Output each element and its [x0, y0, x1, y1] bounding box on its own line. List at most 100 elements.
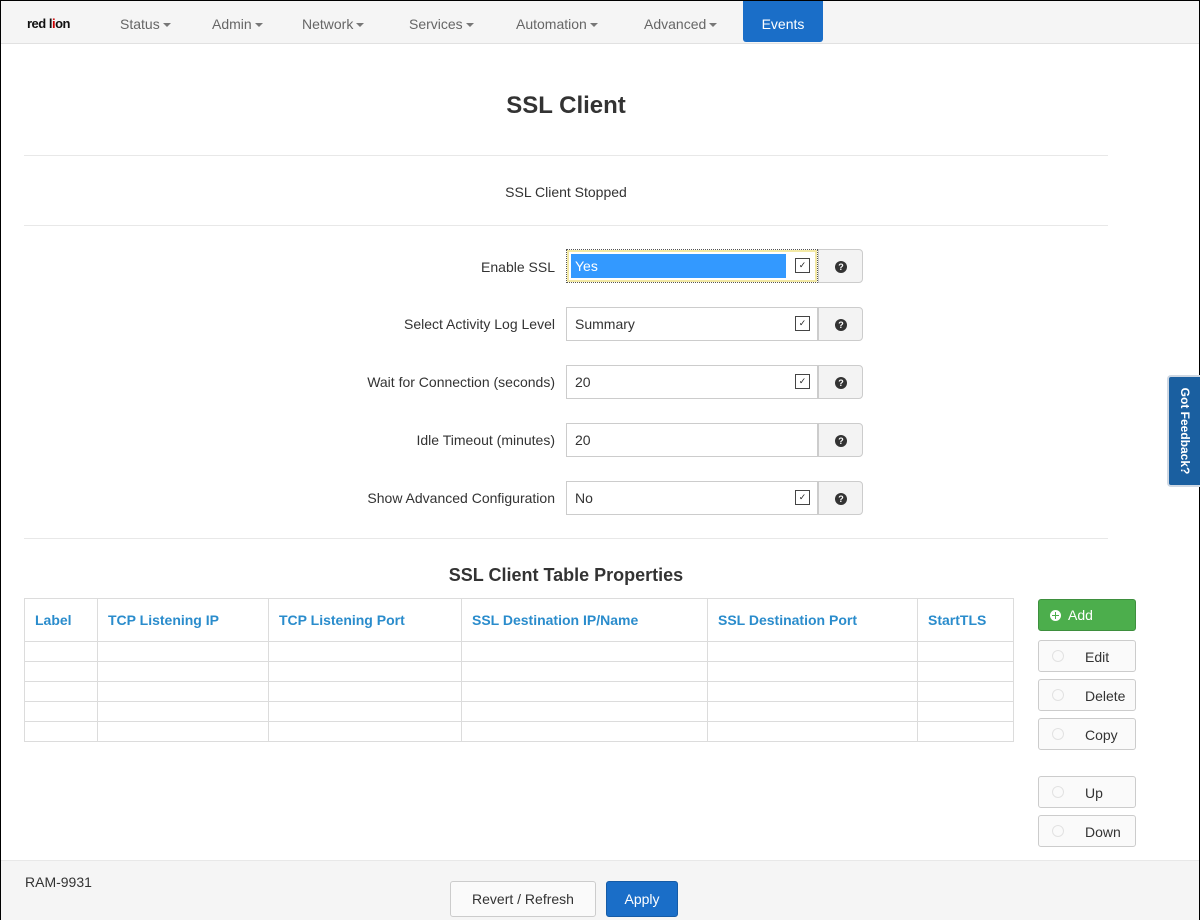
- advanced-config-help-button[interactable]: ?: [818, 481, 863, 515]
- chevron-down-icon: [162, 23, 171, 28]
- chevron-down-icon: [709, 23, 718, 28]
- table-cell[interactable]: [268, 681, 462, 702]
- wait-connection-select[interactable]: 20 ✓: [566, 365, 818, 399]
- delete-button[interactable]: Delete: [1038, 679, 1136, 711]
- ssl-client-table: Label TCP Listening IP TCP Listening Por…: [24, 598, 1014, 742]
- column-header-label[interactable]: Label: [24, 598, 98, 642]
- table-cell[interactable]: [461, 661, 708, 682]
- table-cell[interactable]: [707, 701, 918, 722]
- table-cell[interactable]: [461, 721, 708, 742]
- divider: [24, 225, 1108, 226]
- up-button[interactable]: Up: [1038, 776, 1136, 808]
- revert-refresh-button[interactable]: Revert / Refresh: [450, 881, 596, 917]
- copy-button[interactable]: Copy: [1038, 718, 1136, 750]
- column-header-tcp-port[interactable]: TCP Listening Port: [268, 598, 462, 642]
- nav-network-label: Network: [302, 16, 354, 32]
- nav-status[interactable]: Status: [120, 16, 171, 32]
- wait-connection-help-button[interactable]: ?: [818, 365, 863, 399]
- table-cell[interactable]: [268, 721, 462, 742]
- enable-ssl-select[interactable]: Yes ✓: [566, 249, 818, 283]
- table-cell[interactable]: [707, 661, 918, 682]
- nav-events-label: Events: [761, 16, 805, 32]
- nav-events[interactable]: Events: [743, 1, 823, 42]
- table-row[interactable]: [24, 641, 1014, 662]
- add-button[interactable]: Add: [1038, 599, 1136, 631]
- nav-services[interactable]: Services: [409, 16, 474, 32]
- table-cell[interactable]: [461, 701, 708, 722]
- log-level-help-button[interactable]: ?: [818, 307, 863, 341]
- minus-circle-icon: [1052, 689, 1064, 701]
- log-level-label: Select Activity Log Level: [404, 316, 555, 332]
- table-row[interactable]: [24, 721, 1014, 742]
- dropdown-arrow-icon[interactable]: ✓: [795, 374, 810, 389]
- dropdown-arrow-icon[interactable]: ✓: [795, 316, 810, 331]
- idle-timeout-input[interactable]: 20: [566, 423, 818, 457]
- divider: [24, 538, 1108, 539]
- table-header-row: Label TCP Listening IP TCP Listening Por…: [24, 598, 1014, 642]
- apply-button[interactable]: Apply: [606, 881, 678, 917]
- table-cell[interactable]: [97, 721, 269, 742]
- table-cell[interactable]: [917, 661, 1014, 682]
- idle-timeout-label: Idle Timeout (minutes): [416, 432, 556, 448]
- table-cell[interactable]: [268, 661, 462, 682]
- table-cell[interactable]: [707, 721, 918, 742]
- column-header-ssl-dest-ip[interactable]: SSL Destination IP/Name: [461, 598, 708, 642]
- nav-advanced-label: Advanced: [644, 16, 707, 32]
- table-cell[interactable]: [268, 641, 462, 662]
- logo-text: red l: [27, 16, 52, 31]
- nav-automation-label: Automation: [516, 16, 587, 32]
- table-cell[interactable]: [917, 641, 1014, 662]
- red-lion-logo[interactable]: red lion: [27, 16, 70, 31]
- table-cell[interactable]: [24, 681, 98, 702]
- table-cell[interactable]: [707, 681, 918, 702]
- table-cell[interactable]: [917, 681, 1014, 702]
- nav-automation[interactable]: Automation: [516, 16, 598, 32]
- table-cell[interactable]: [24, 641, 98, 662]
- table-cell[interactable]: [461, 681, 708, 702]
- arrow-down-icon: [1052, 825, 1064, 837]
- advanced-config-value: No: [575, 490, 593, 506]
- advanced-config-select[interactable]: No ✓: [566, 481, 818, 515]
- feedback-tab[interactable]: Got Feedback?: [1167, 375, 1200, 487]
- device-name: RAM-9931: [25, 874, 92, 890]
- nav-admin[interactable]: Admin: [212, 16, 263, 32]
- table-row[interactable]: [24, 701, 1014, 722]
- log-level-select[interactable]: Summary ✓: [566, 307, 818, 341]
- window-frame: [0, 0, 1200, 920]
- table-row[interactable]: [24, 681, 1014, 702]
- table-cell[interactable]: [97, 641, 269, 662]
- page-title: SSL Client: [506, 92, 626, 119]
- edit-button[interactable]: Edit: [1038, 640, 1136, 672]
- wait-connection-value: 20: [575, 374, 591, 390]
- column-header-ssl-dest-port[interactable]: SSL Destination Port: [707, 598, 918, 642]
- table-cell[interactable]: [707, 641, 918, 662]
- table-row[interactable]: [24, 661, 1014, 682]
- chevron-down-icon: [465, 23, 474, 28]
- divider: [24, 155, 1108, 156]
- dropdown-arrow-icon[interactable]: ✓: [795, 490, 810, 505]
- nav-advanced[interactable]: Advanced: [644, 16, 718, 32]
- question-icon: ?: [835, 377, 847, 389]
- edit-label: Edit: [1085, 649, 1110, 665]
- table-cell[interactable]: [268, 701, 462, 722]
- enable-ssl-value: Yes: [571, 254, 786, 278]
- plus-circle-icon: [1050, 610, 1061, 621]
- service-status-text: SSL Client Stopped: [505, 184, 627, 200]
- column-header-starttls[interactable]: StartTLS: [917, 598, 1014, 642]
- enable-ssl-help-button[interactable]: ?: [818, 249, 863, 283]
- table-cell[interactable]: [461, 641, 708, 662]
- chevron-down-icon: [356, 23, 365, 28]
- dropdown-arrow-icon[interactable]: ✓: [795, 258, 810, 273]
- table-cell[interactable]: [917, 701, 1014, 722]
- table-cell[interactable]: [24, 701, 98, 722]
- table-cell[interactable]: [24, 661, 98, 682]
- column-header-tcp-ip[interactable]: TCP Listening IP: [97, 598, 269, 642]
- table-cell[interactable]: [24, 721, 98, 742]
- down-button[interactable]: Down: [1038, 815, 1136, 847]
- nav-network[interactable]: Network: [302, 16, 365, 32]
- table-cell[interactable]: [97, 701, 269, 722]
- table-cell[interactable]: [97, 681, 269, 702]
- table-cell[interactable]: [917, 721, 1014, 742]
- idle-timeout-help-button[interactable]: ?: [818, 423, 863, 457]
- table-cell[interactable]: [97, 661, 269, 682]
